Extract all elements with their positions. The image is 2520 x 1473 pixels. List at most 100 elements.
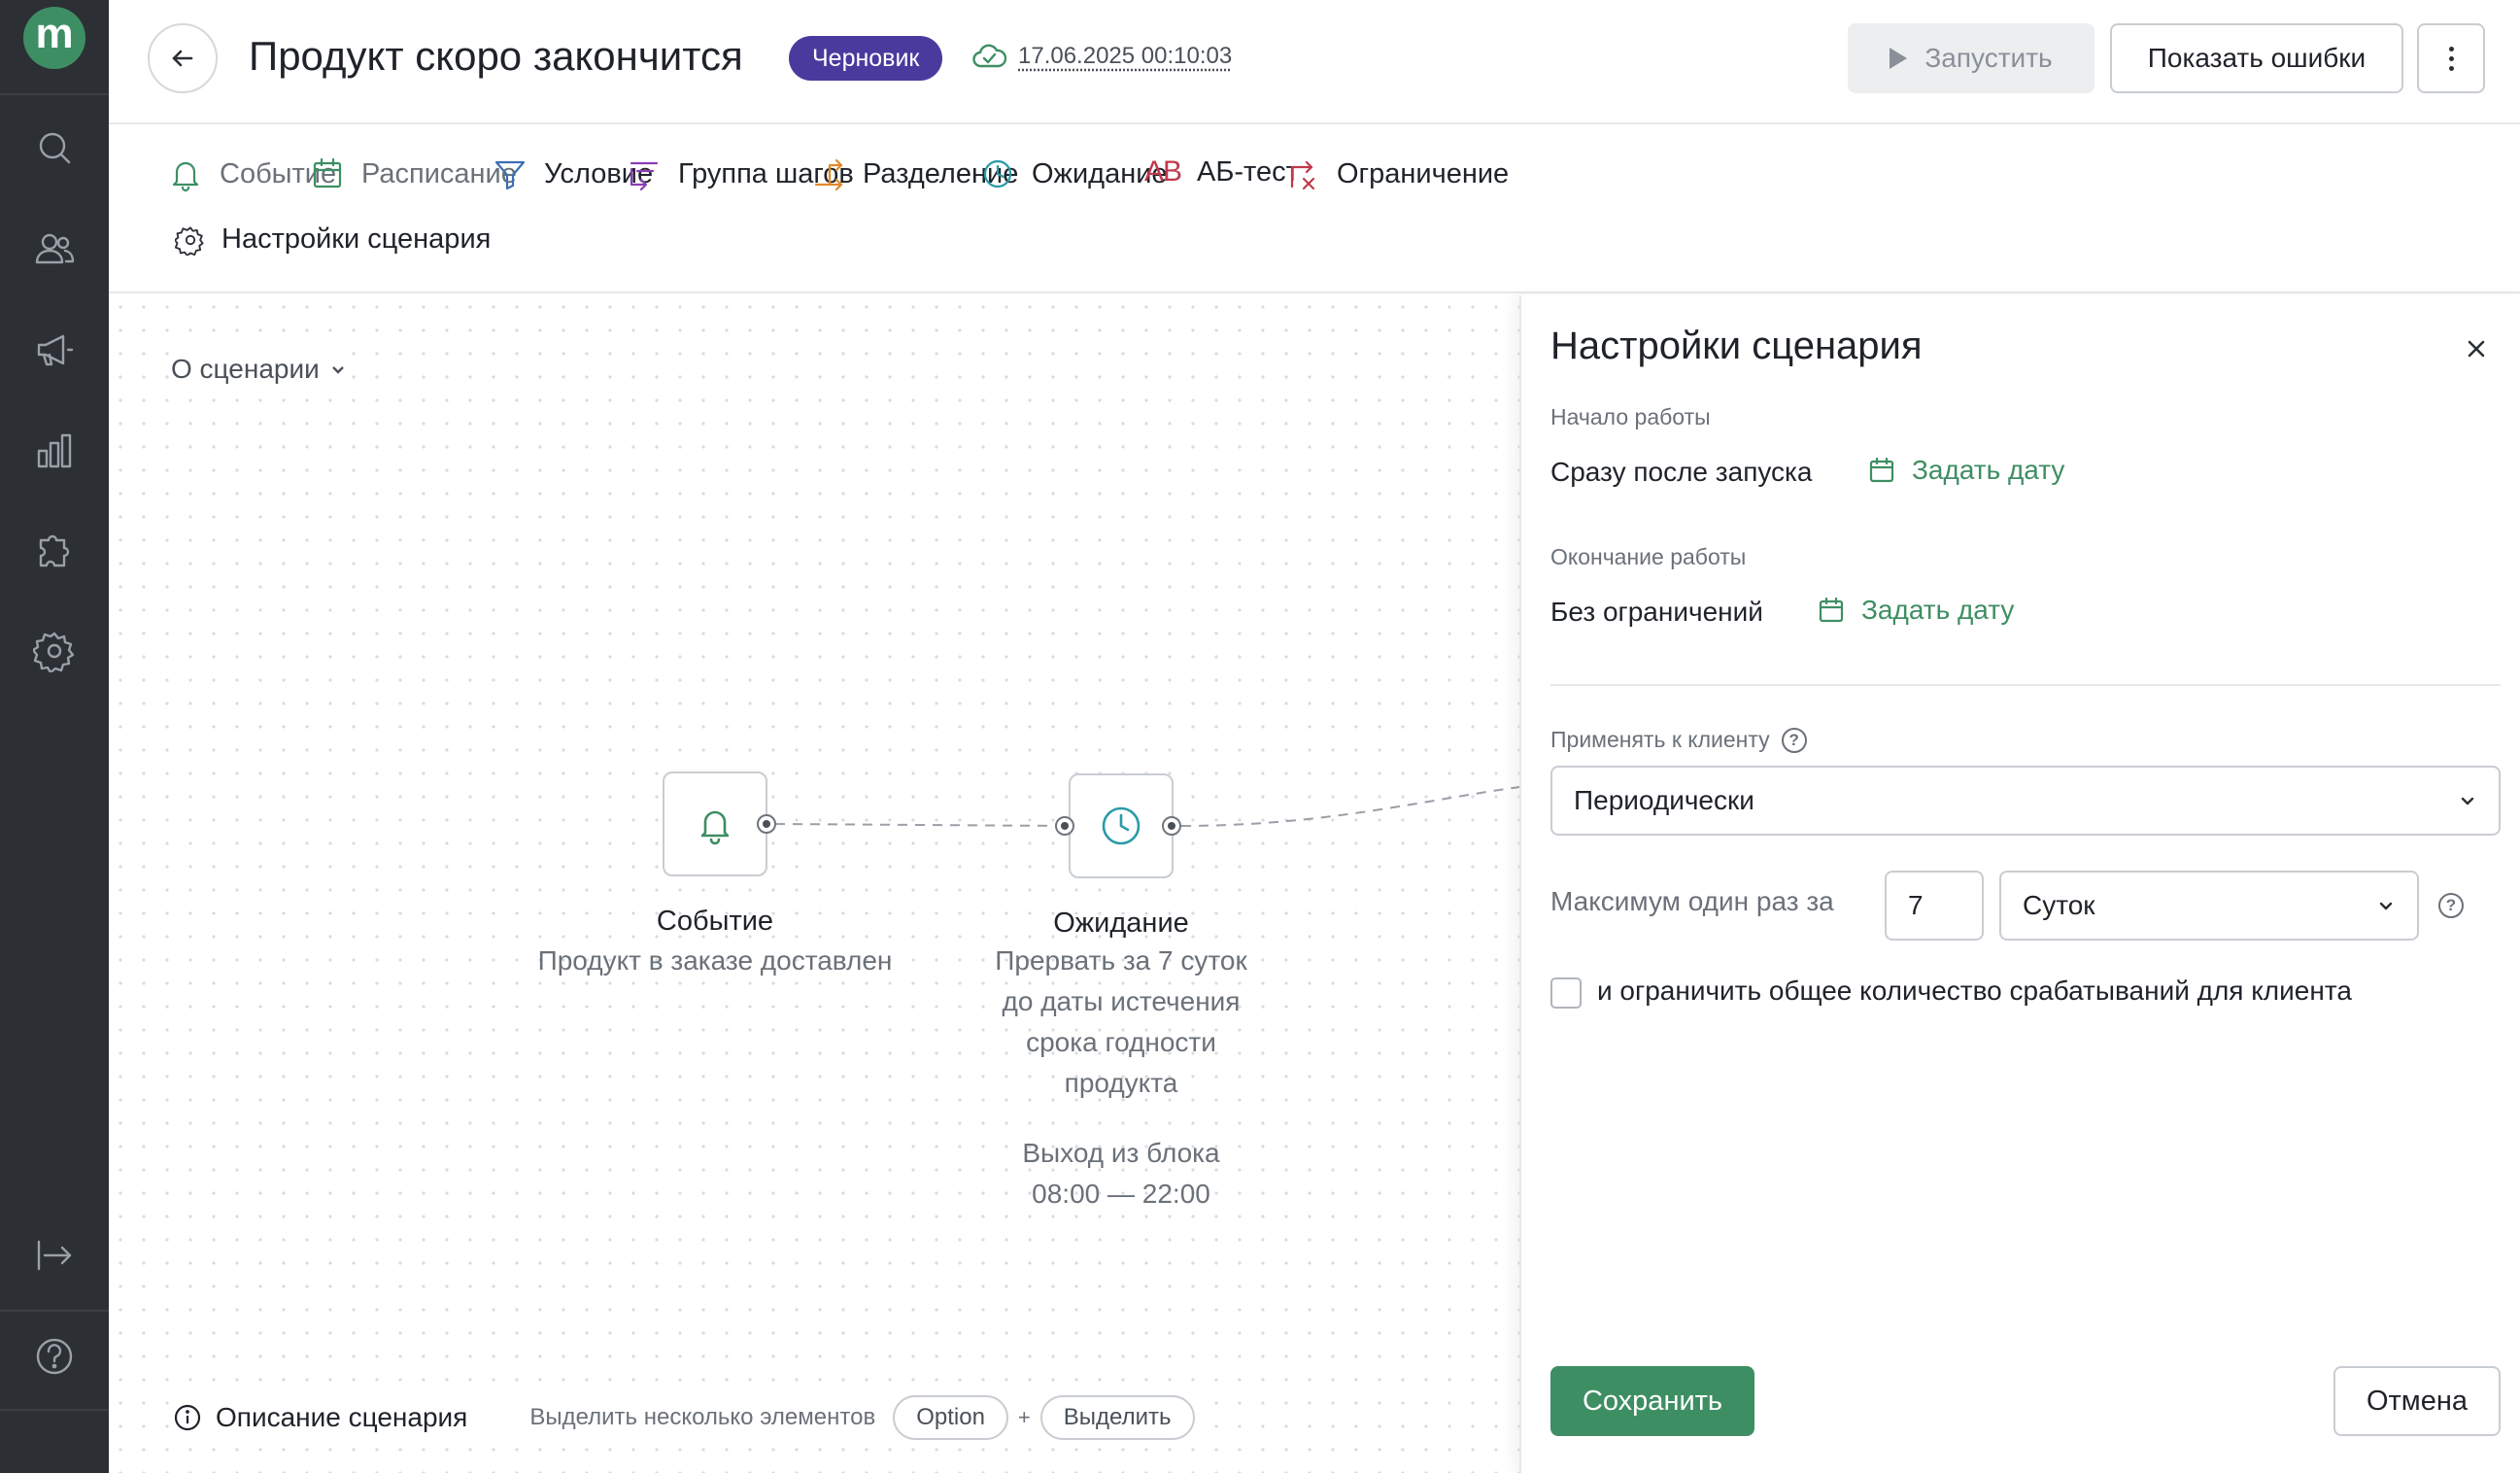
wait-node-title: Ожидание [1053,908,1189,939]
chevron-down-icon [2461,797,2474,805]
calendar-icon [1819,597,1844,623]
collapse-icon[interactable] [31,1232,78,1279]
panel-divider [1550,684,2501,686]
wait-node-desc-line: Прервать за 7 суток [995,945,1247,976]
start-value: Сразу после запуска [1550,457,1813,487]
info-icon [174,1404,201,1431]
gear-icon [175,225,204,256]
wait-node[interactable] [1069,773,1174,878]
start-label: Начало работы [1550,404,1711,429]
event-node-desc: Продукт в заказе доставлен [537,945,893,976]
app-logo[interactable]: m [23,7,85,69]
kebab-icon [2448,46,2454,51]
multi-select-hint: Выделить несколько элементов [529,1404,876,1430]
rail-divider [0,93,109,95]
cancel-button[interactable]: Отмена [2333,1366,2501,1436]
block-toolbar: Событие Расписание Условие Группа шагов … [109,126,2520,293]
end-value: Без ограничений [1550,597,1763,627]
arrow-left-icon [172,50,193,67]
clock-icon [983,159,1012,188]
tool-ab-test[interactable]: AB АБ-тест [1144,155,1299,188]
end-set-date-label: Задать дату [1861,595,2015,625]
tool-schedule[interactable]: Расписание [309,155,517,192]
rail-divider [0,1409,109,1411]
max-period-input[interactable]: 7 [1885,871,1984,941]
run-button-label: Запустить [1924,43,2053,73]
more-menu-button[interactable] [2417,23,2485,93]
puzzle-icon[interactable] [31,527,78,573]
step-group-icon [630,161,659,191]
apply-frequency-select[interactable]: Периодически [1550,766,2501,836]
chevron-down-icon [2379,902,2393,910]
gear-icon[interactable] [31,628,78,674]
edge-event-wait [774,823,1066,827]
event-output-port[interactable] [757,814,776,834]
tool-limit[interactable]: Ограничение [1284,155,1509,192]
start-set-date-label: Задать дату [1912,455,2065,485]
scenario-header: Продукт скоро закончится Черновик 17.06.… [109,0,2520,124]
saved-timestamp[interactable]: 17.06.2025 00:10:03 [1018,43,1232,70]
period-unit-select[interactable]: Суток [1999,871,2419,941]
event-node[interactable] [663,771,767,876]
status-badge: Черновик [789,36,943,81]
scenario-canvas[interactable]: О сценарии Событие Продукт в заказе дост… [109,295,1519,1473]
wait-input-port[interactable] [1055,816,1074,836]
apply-label: Применять к клиенту [1550,727,1770,752]
wait-node-desc-line: срока годности [1026,1027,1216,1057]
limit-total-checkbox[interactable] [1550,977,1582,1009]
tool-wait[interactable]: Ожидание [979,155,1168,192]
help-icon[interactable]: ? [1781,727,1807,753]
close-icon [2468,340,2485,358]
close-panel-button[interactable] [2462,334,2491,363]
scenario-settings-panel: Настройки сценария Начало работы Сразу п… [1519,295,2520,1473]
end-set-date-link[interactable]: Задать дату [1817,595,2014,626]
about-scenario-label: О сценарии [171,354,320,384]
calendar-icon [1869,457,1894,483]
period-unit-value: Суток [2023,890,2095,920]
page-title: Продукт скоро закончится [249,33,743,79]
users-icon[interactable] [31,225,78,272]
save-button[interactable]: Сохранить [1550,1366,1754,1436]
bell-icon [700,810,730,845]
apply-frequency-value: Периодически [1574,785,1754,815]
analytics-icon[interactable] [31,428,78,474]
select-key-chip: Выделить [1039,1395,1195,1440]
limit-total-label: и ограничить общее количество срабатыван… [1597,976,2352,1006]
scenario-description-label: Описание сценария [216,1402,468,1432]
play-icon [1890,48,1908,69]
chevron-down-icon [331,366,344,374]
tool-limit-label: Ограничение [1337,157,1510,189]
megaphone-icon[interactable] [31,326,78,373]
wait-node-exit-window: Выход из блока 08:00 — 22:00 [946,1133,1296,1215]
wait-node-exit-line: Выход из блока [1022,1138,1220,1168]
rail-divider [0,1310,109,1312]
ab-test-icon: AB [1144,155,1182,188]
help-icon[interactable] [31,1333,78,1380]
tool-scenario-settings-label: Настройки сценария [221,223,492,255]
save-status: 17.06.2025 00:10:03 [971,39,1232,74]
max-once-label: Максимум один раз за [1550,886,1834,916]
option-key-chip: Option [893,1395,1008,1440]
about-scenario-toggle[interactable]: О сценарии [169,350,349,389]
run-button[interactable]: Запустить [1848,23,2094,93]
connection-lines [774,786,1519,827]
plus-sign: + [1017,1405,1031,1429]
start-set-date-link[interactable]: Задать дату [1867,455,2064,486]
wait-node-exit-line: 08:00 — 22:00 [1032,1179,1210,1209]
calendar-icon [313,157,342,188]
help-icon[interactable]: ? [2438,893,2464,918]
search-icon[interactable] [31,124,78,171]
cloud-check-icon [972,44,1006,68]
clock-icon [1102,806,1141,845]
apply-label-row: Применять к клиенту ? [1550,727,1807,753]
edge-wait-next [1180,786,1519,827]
end-label: Окончание работы [1550,544,1747,569]
tool-scenario-settings[interactable]: Настройки сценария [175,223,491,256]
wait-output-port[interactable] [1162,816,1181,836]
panel-title: Настройки сценария [1550,325,1923,367]
back-button[interactable] [148,23,218,93]
wait-node-desc-line: до даты истечения [1002,986,1241,1016]
show-errors-button[interactable]: Показать ошибки [2110,23,2403,93]
scenario-description-button[interactable]: Описание сценария [173,1402,467,1433]
left-nav-rail: m [0,0,109,1473]
